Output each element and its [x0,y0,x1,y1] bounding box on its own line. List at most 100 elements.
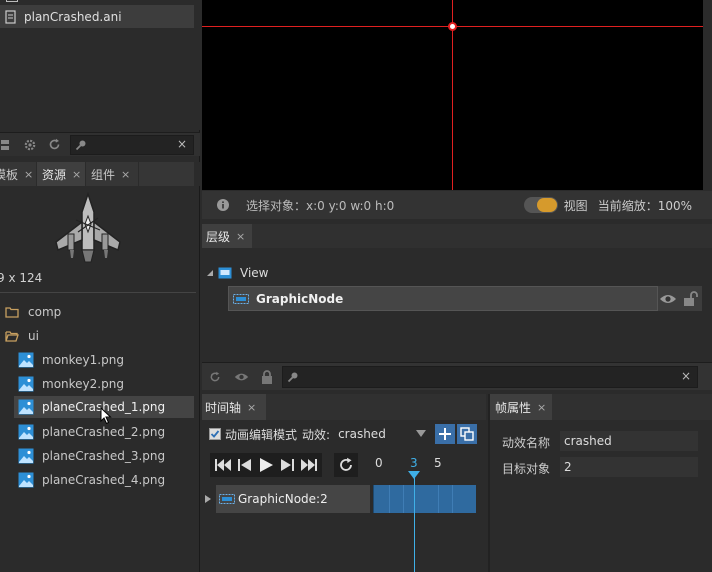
expand-arrow-icon[interactable] [206,269,214,277]
lower-search-box[interactable]: × [282,365,698,388]
mouse-cursor-icon [100,407,112,425]
left-column: planCrashed.ani × 模板 × 资源 × 组件 × 9 x 124… [0,0,200,572]
tree-file-monkey2[interactable]: monkey2.png [14,373,194,395]
last-frame-icon[interactable] [300,459,317,471]
tree-file-monkey1[interactable]: monkey1.png [14,349,194,371]
hierarchy-child-label: GraphicNode [256,291,344,306]
tab-template[interactable]: 模板 × [0,162,36,186]
hierarchy-child-row[interactable]: GraphicNode [228,286,658,311]
expand-arrow-icon[interactable] [205,495,211,503]
zoom-label: 当前缩放：100% [597,198,692,213]
playback-controls [210,453,322,477]
resource-toolbar: × [0,132,200,156]
track-frame-tick [452,485,453,513]
file-item-planCrashed[interactable]: planCrashed.ani [0,5,194,28]
next-frame-icon[interactable] [280,459,294,471]
folder-icon [5,306,19,318]
track-frame-tick [389,485,390,513]
selection-info: 选择对象：x:0 y:0 w:0 h:0 [246,198,395,213]
eye-icon[interactable] [659,293,677,305]
timeline-panel: 时间轴 × 动画编辑模式 动效: crashed 0 3 5 GraphicNo… [202,394,486,572]
refresh-icon[interactable] [44,135,64,155]
graphic-node-icon [219,494,235,504]
add-effect-button[interactable] [435,424,456,444]
search-icon [287,371,299,383]
hierarchy-root-row[interactable]: View [202,262,702,284]
tab-resources[interactable]: 资源 × [37,162,85,186]
tab-timeline[interactable]: 时间轴 × [202,394,266,420]
timeline-node-row[interactable]: GraphicNode:2 [202,485,372,513]
lock-icon[interactable] [683,290,699,307]
clear-search-button[interactable]: × [177,137,187,151]
tab-template-close[interactable]: × [24,168,33,181]
tab-components-label: 组件 [91,167,116,182]
tab-hierarchy[interactable]: 层级 × [202,224,252,248]
stage-status-bar: 选择对象：x:0 y:0 w:0 h:0 视图 当前缩放：100% [202,191,712,219]
tab-components[interactable]: 组件 × [86,162,138,186]
resource-search-box[interactable]: × [70,134,194,155]
tab-hierarchy-label: 层级 [206,229,231,244]
tab-resources-close[interactable]: × [72,168,81,181]
ani-file-icon [4,9,18,24]
tree-item-label: monkey1.png [42,353,124,367]
eye-icon[interactable] [234,372,249,382]
effect-select[interactable]: crashed [334,424,431,444]
stage-canvas[interactable] [202,0,710,190]
hierarchy-row-actions [658,286,702,311]
search-icon [75,139,87,151]
timeline-ruler[interactable]: 0 3 5 [372,454,480,479]
tab-template-label: 模板 [0,167,19,182]
folder-open-icon [5,330,19,342]
tree-folder-ui[interactable]: ui [0,325,196,347]
tab-hierarchy-close[interactable]: × [236,230,245,243]
lock-icon[interactable] [261,369,273,384]
image-file-icon [18,376,34,392]
tree-file-planeCrashed3[interactable]: planeCrashed_3.png [14,445,194,467]
view-label: 视图 [563,198,588,213]
file-list: planCrashed.ani [0,0,200,130]
info-icon[interactable] [217,199,229,211]
effect-name-label: 动效名称 [502,436,551,450]
tab-frame-props-label: 帧属性 [495,400,532,415]
image-file-icon [18,424,34,440]
effect-name-field[interactable]: crashed [560,431,698,451]
refresh-icon[interactable] [209,371,221,383]
tab-components-close[interactable]: × [121,168,130,181]
preview-size-label: 9 x 124 [0,271,43,285]
copy-effect-button[interactable] [457,424,478,444]
tab-timeline-close[interactable]: × [247,401,256,414]
target-object-value: 2 [564,460,572,474]
resource-tree: comp ui monkey1.png monkey2.png planeCra… [0,298,196,498]
playhead-line [414,476,415,572]
hierarchy-root-label: View [240,266,269,280]
resource-preview: 9 x 124 [0,187,196,293]
loop-button[interactable] [334,453,358,477]
chevron-down-icon [416,430,427,437]
tree-folder-comp[interactable]: comp [0,301,196,323]
gear-icon[interactable] [20,135,40,155]
timeline-tab-bar: 时间轴 × [202,394,486,420]
grid-icon[interactable] [0,135,12,155]
ruler-tick-label: 0 [375,456,383,470]
target-object-field[interactable]: 2 [560,457,698,477]
view-toggle[interactable] [523,197,558,213]
file-item-above[interactable] [0,0,194,4]
tab-frame-props[interactable]: 帧属性 × [490,394,552,420]
view-node-icon [218,267,232,279]
stage-scrollbar-track [703,0,712,190]
prev-frame-icon[interactable] [238,459,252,471]
tree-file-planeCrashed4[interactable]: planeCrashed_4.png [14,469,194,491]
origin-handle[interactable] [448,22,457,31]
effect-select-value: crashed [338,427,386,441]
image-file-icon [18,399,34,415]
timeline-options-row: 动画编辑模式 动效: crashed [202,422,486,446]
hierarchy-panel: 层级 × View GraphicNode [202,220,712,360]
file-item-label: planCrashed.ani [24,9,122,24]
tab-frame-props-close[interactable]: × [537,401,546,414]
hierarchy-tab-bar: 层级 × [202,224,712,248]
edit-mode-checkbox[interactable] [209,428,221,440]
first-frame-icon[interactable] [215,459,232,471]
clear-search-button[interactable]: × [681,369,691,383]
edit-mode-label: 动画编辑模式 [225,427,298,442]
play-icon[interactable] [259,458,273,472]
